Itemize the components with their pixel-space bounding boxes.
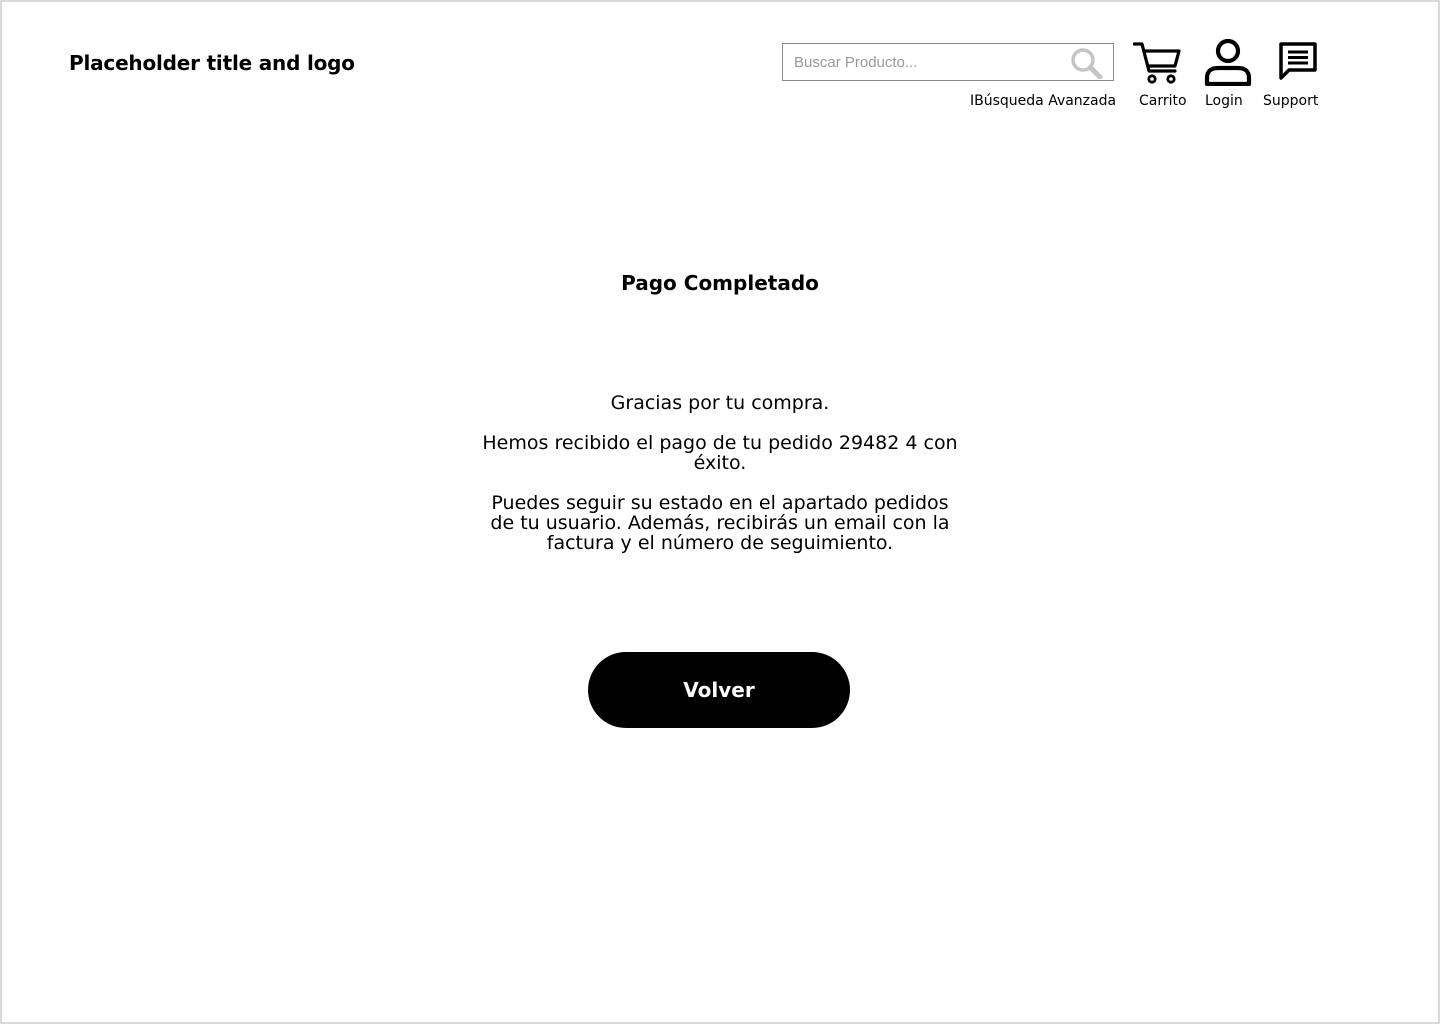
thanks-text: Gracias por tu compra. (610, 392, 830, 414)
search-icon[interactable] (1069, 47, 1103, 80)
cart-icon[interactable] (1132, 41, 1181, 89)
user-icon[interactable] (1204, 38, 1252, 90)
support-link[interactable]: Support (1263, 93, 1318, 109)
confirmation-message: Gracias por tu compra. Hemos recibido el… (480, 393, 960, 573)
payment-received-text: Hemos recibido el pago de tu pedido 2948… (482, 432, 958, 474)
cart-link[interactable]: Carrito (1139, 93, 1187, 109)
chat-icon[interactable] (1278, 41, 1318, 85)
back-button[interactable]: Volver (588, 652, 850, 728)
tracking-info-text: Puedes seguir su estado en el apartado p… (490, 492, 950, 554)
page-frame: Placeholder title and logo IBúsqueda Ava… (0, 0, 1440, 1024)
search-input[interactable] (783, 44, 1064, 80)
advanced-search-link[interactable]: IBúsqueda Avanzada (970, 93, 1116, 109)
login-link[interactable]: Login (1205, 93, 1243, 109)
search-box (782, 43, 1114, 81)
page-title: Pago Completado (621, 271, 819, 295)
site-logo-title[interactable]: Placeholder title and logo (69, 51, 355, 75)
